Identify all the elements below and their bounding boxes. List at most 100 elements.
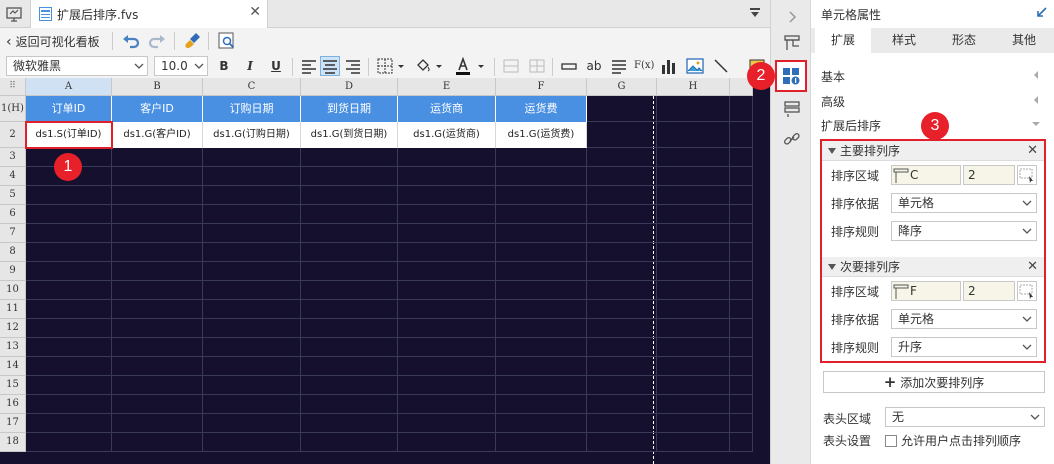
data-cell[interactable]: ds1.G(运货费) <box>496 122 587 148</box>
empty-cell[interactable] <box>587 281 657 300</box>
empty-cell[interactable] <box>657 186 730 205</box>
empty-cell[interactable] <box>301 433 398 452</box>
chevron-left-icon[interactable] <box>1032 70 1040 80</box>
row-header[interactable]: 14 <box>0 357 26 376</box>
split-cells-icon[interactable] <box>528 57 546 75</box>
column-header[interactable]: C <box>203 78 301 96</box>
empty-cell[interactable] <box>112 281 203 300</box>
empty-cell[interactable] <box>657 243 730 262</box>
empty-cell[interactable] <box>398 224 496 243</box>
primary-rule-select[interactable]: 降序 <box>891 221 1037 241</box>
empty-cell[interactable] <box>301 148 398 167</box>
tab-menu-icon[interactable] <box>748 6 762 20</box>
empty-cell[interactable] <box>203 224 301 243</box>
header-cell[interactable]: 订单ID <box>26 96 112 122</box>
empty-cell[interactable] <box>26 224 112 243</box>
empty-cell[interactable] <box>398 338 496 357</box>
tab-form[interactable]: 形态 <box>935 28 993 53</box>
secondary-basis-select[interactable]: 单元格 <box>891 309 1037 329</box>
empty-cell[interactable] <box>301 167 398 186</box>
empty-cell[interactable] <box>301 338 398 357</box>
chevron-down-icon[interactable] <box>434 57 444 75</box>
select-cell-button[interactable] <box>1017 165 1037 185</box>
empty-cell[interactable] <box>587 319 657 338</box>
header-cell[interactable]: 到货日期 <box>301 96 398 122</box>
empty-cell[interactable] <box>398 281 496 300</box>
text-button[interactable]: ab <box>584 56 604 76</box>
border-icon[interactable] <box>376 57 394 75</box>
empty-cell[interactable] <box>657 281 730 300</box>
redo-icon[interactable] <box>148 32 166 50</box>
header-cell[interactable]: 运货费 <box>496 96 587 122</box>
empty-cell[interactable] <box>26 262 112 281</box>
empty-cell[interactable] <box>301 281 398 300</box>
empty-cell[interactable] <box>112 167 203 186</box>
empty-cell[interactable] <box>730 357 753 376</box>
empty-cell[interactable] <box>496 224 587 243</box>
empty-cell[interactable] <box>587 357 657 376</box>
secondary-area-column[interactable]: F <box>891 281 961 301</box>
chevron-down-icon[interactable] <box>396 57 406 75</box>
empty-cell[interactable] <box>301 376 398 395</box>
row-header[interactable]: 15 <box>0 376 26 395</box>
empty-cell[interactable] <box>398 205 496 224</box>
select-all-corner[interactable]: ⠿ <box>0 78 26 96</box>
column-header[interactable]: E <box>398 78 496 96</box>
empty-cell[interactable] <box>112 224 203 243</box>
empty-cell[interactable] <box>301 357 398 376</box>
empty-cell[interactable] <box>657 96 730 122</box>
empty-cell[interactable] <box>496 319 587 338</box>
empty-cell[interactable] <box>730 300 753 319</box>
empty-cell[interactable] <box>26 338 112 357</box>
spreadsheet-grid[interactable]: ⠿ A B C D E F G H 1(H) 订单ID 客户ID 订购日期 到货日期 运货商 运货费 2 ds1… <box>0 78 770 464</box>
secondary-rule-select[interactable]: 升序 <box>891 337 1037 357</box>
empty-cell[interactable] <box>730 395 753 414</box>
empty-cell[interactable] <box>26 243 112 262</box>
merge-cells-icon[interactable] <box>502 57 520 75</box>
column-header[interactable]: F <box>496 78 587 96</box>
empty-cell[interactable] <box>657 300 730 319</box>
empty-cell[interactable] <box>398 300 496 319</box>
empty-cell[interactable] <box>203 167 301 186</box>
primary-sort-header[interactable]: 主要排列序 ✕ <box>822 141 1044 161</box>
empty-cell[interactable] <box>657 376 730 395</box>
empty-cell[interactable] <box>112 205 203 224</box>
empty-cell[interactable] <box>496 338 587 357</box>
empty-cell[interactable] <box>587 414 657 433</box>
widget-settings-icon[interactable] <box>783 100 801 118</box>
empty-cell[interactable] <box>657 319 730 338</box>
empty-cell[interactable] <box>496 395 587 414</box>
row-header[interactable]: 4 <box>0 167 26 186</box>
empty-cell[interactable] <box>587 96 657 122</box>
close-tab-icon[interactable]: ✕ <box>249 4 261 20</box>
empty-cell[interactable] <box>587 243 657 262</box>
fill-color-icon[interactable] <box>414 57 432 75</box>
collapse-panel-icon[interactable] <box>1034 6 1048 20</box>
empty-cell[interactable] <box>657 414 730 433</box>
empty-cell[interactable] <box>203 433 301 452</box>
font-color-icon[interactable] <box>454 57 472 75</box>
empty-cell[interactable] <box>112 357 203 376</box>
empty-cell[interactable] <box>496 262 587 281</box>
empty-cell[interactable] <box>496 376 587 395</box>
data-cell[interactable]: ds1.G(到货日期) <box>301 122 398 148</box>
format-painter-icon[interactable] <box>184 32 202 50</box>
underline-button[interactable]: U <box>266 56 286 76</box>
column-header[interactable]: D <box>301 78 398 96</box>
column-header[interactable]: A <box>26 78 112 96</box>
row-header[interactable]: 9 <box>0 262 26 281</box>
section-advanced[interactable]: 高级 <box>821 93 845 110</box>
empty-cell[interactable] <box>496 243 587 262</box>
empty-cell[interactable] <box>26 319 112 338</box>
chevron-down-icon[interactable] <box>1031 120 1041 128</box>
empty-cell[interactable] <box>587 122 657 148</box>
hyperlink-icon[interactable] <box>783 130 801 148</box>
preview-icon[interactable] <box>218 32 236 50</box>
empty-cell[interactable] <box>657 338 730 357</box>
empty-cell[interactable] <box>730 122 753 148</box>
empty-cell[interactable] <box>730 167 753 186</box>
empty-cell[interactable] <box>657 395 730 414</box>
font-size-select[interactable]: 10.0 <box>154 56 208 76</box>
empty-cell[interactable] <box>657 122 730 148</box>
empty-cell[interactable] <box>203 357 301 376</box>
